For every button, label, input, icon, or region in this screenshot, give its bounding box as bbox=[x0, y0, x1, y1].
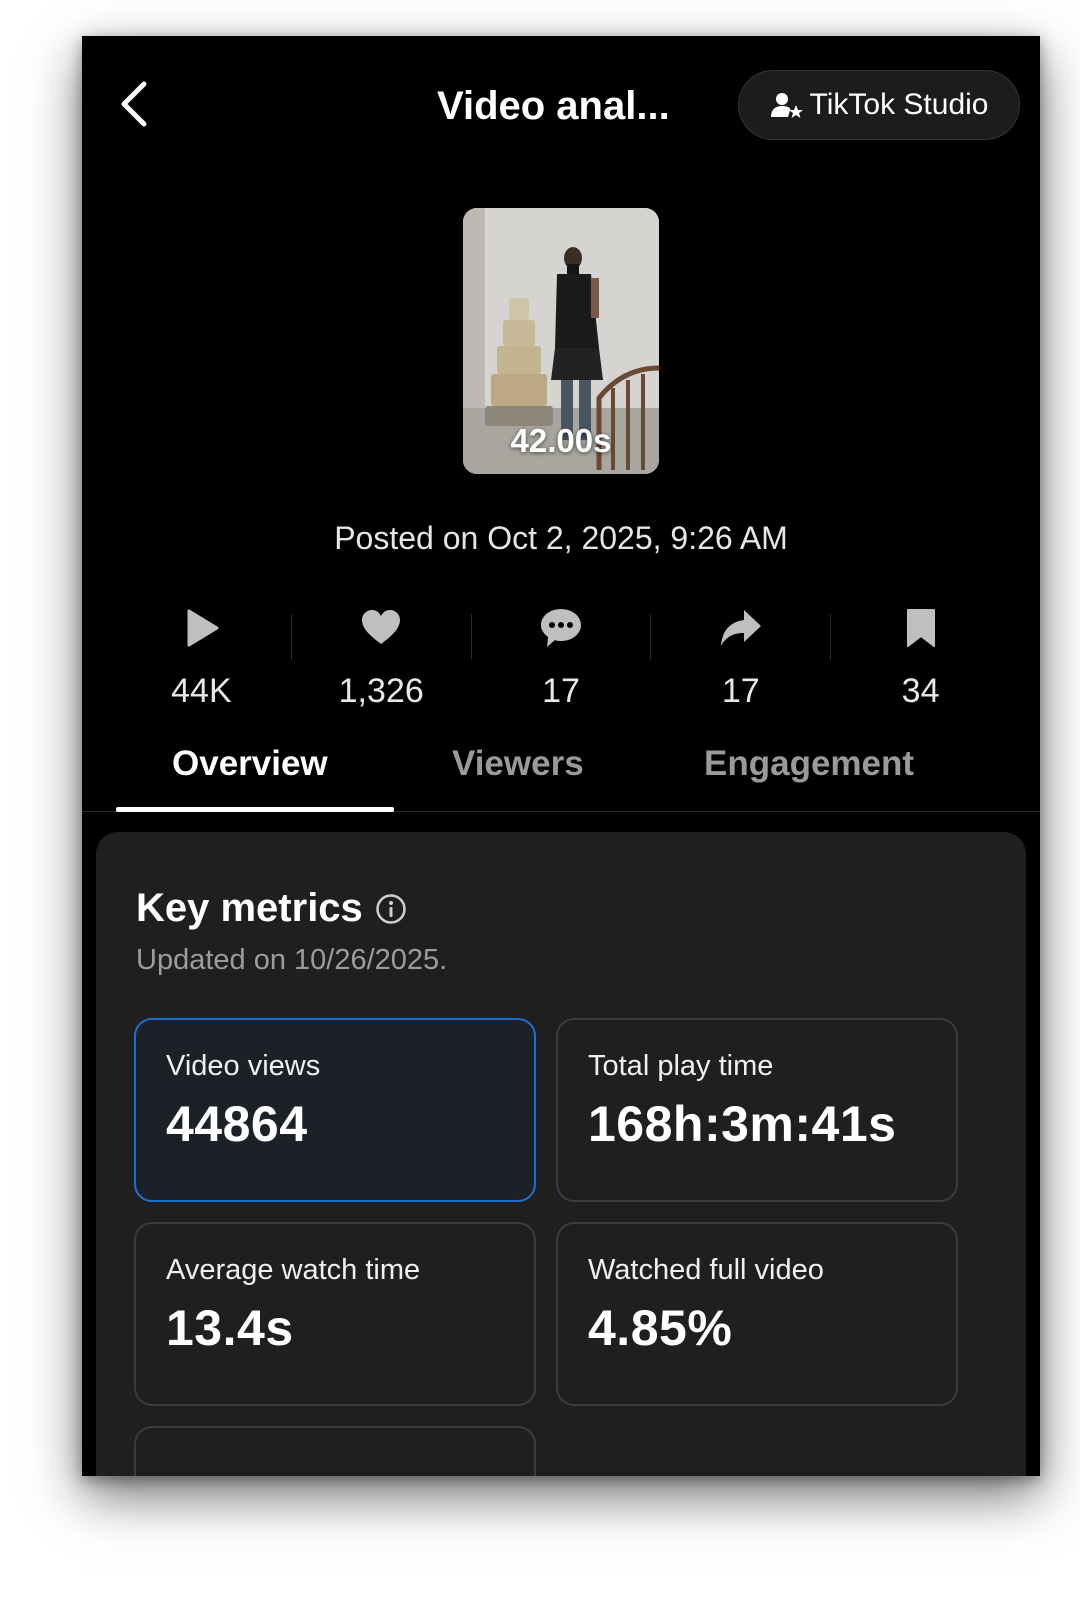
info-icon[interactable] bbox=[375, 893, 407, 925]
stats-row: 44K 1,326 17 17 34 bbox=[112, 596, 1010, 716]
stat-shares[interactable]: 17 bbox=[651, 596, 830, 716]
key-metrics-card: Key metrics Updated on 10/26/2025. Video… bbox=[96, 832, 1026, 1476]
metric-label: Watched full video bbox=[588, 1254, 824, 1286]
metric-tile-watched-full-video[interactable]: Watched full video 4.85% bbox=[556, 1222, 958, 1406]
tab-bar: Overview Viewers Engagement bbox=[82, 726, 1040, 812]
posted-date: Posted on Oct 2, 2025, 9:26 AM bbox=[334, 520, 788, 556]
comment-icon bbox=[539, 606, 583, 650]
tab-engagement[interactable]: Engagement bbox=[704, 744, 914, 784]
metrics-updated-date: Updated on 10/26/2025. bbox=[136, 944, 448, 976]
stat-likes[interactable]: 1,326 bbox=[292, 596, 471, 716]
chevron-left-icon bbox=[121, 81, 147, 127]
stat-views-value: 44K bbox=[171, 672, 232, 710]
page-title: Video anal... bbox=[437, 84, 670, 128]
back-button[interactable] bbox=[110, 76, 160, 132]
key-metrics-header: Key metrics bbox=[136, 886, 407, 931]
tiktok-studio-button[interactable]: TikTok Studio bbox=[738, 70, 1020, 140]
metric-tile-average-watch-time[interactable]: Average watch time 13.4s bbox=[134, 1222, 536, 1406]
metric-value: 168h:3m:41s bbox=[588, 1096, 897, 1152]
share-icon bbox=[719, 606, 763, 650]
stat-saves-value: 34 bbox=[901, 672, 940, 710]
user-star-icon bbox=[770, 90, 804, 120]
metric-value: 4.85% bbox=[588, 1300, 733, 1356]
stat-comments[interactable]: 17 bbox=[472, 596, 651, 716]
tab-overview[interactable]: Overview bbox=[172, 744, 328, 784]
metric-label: Video views bbox=[166, 1050, 321, 1082]
stat-comments-value: 17 bbox=[542, 672, 580, 710]
stat-saves[interactable]: 34 bbox=[831, 596, 1010, 716]
metric-label: Average watch time bbox=[166, 1254, 421, 1286]
tiktok-studio-label: TikTok Studio bbox=[809, 88, 989, 121]
video-thumbnail[interactable]: 42.00s bbox=[463, 208, 659, 474]
bookmark-icon bbox=[899, 606, 943, 650]
active-tab-indicator bbox=[116, 807, 394, 812]
metric-tile-video-views[interactable]: Video views 44864 bbox=[134, 1018, 536, 1202]
metric-tile-partial[interactable] bbox=[134, 1426, 536, 1476]
metric-value: 13.4s bbox=[166, 1300, 294, 1356]
play-icon bbox=[179, 606, 223, 650]
metric-value: 44864 bbox=[166, 1096, 308, 1152]
tab-viewers[interactable]: Viewers bbox=[452, 744, 584, 784]
phone-screen: Video anal... TikTok Studio 42.00s Poste… bbox=[82, 36, 1040, 1476]
heart-icon bbox=[359, 606, 403, 650]
metric-label: Total play time bbox=[588, 1050, 774, 1082]
stat-views[interactable]: 44K bbox=[112, 596, 291, 716]
stat-likes-value: 1,326 bbox=[338, 672, 424, 710]
key-metrics-title: Key metrics bbox=[136, 886, 363, 930]
metric-tile-total-play-time[interactable]: Total play time 168h:3m:41s bbox=[556, 1018, 958, 1202]
video-duration: 42.00s bbox=[510, 422, 612, 459]
stat-shares-value: 17 bbox=[721, 672, 760, 710]
